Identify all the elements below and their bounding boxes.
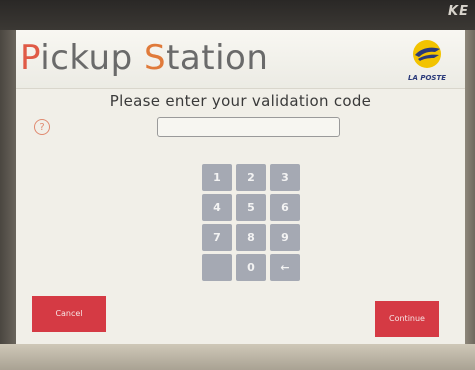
kiosk-right-bezel <box>465 30 475 370</box>
continue-button[interactable]: Continue <box>375 301 439 337</box>
numeric-keypad: 1 2 3 4 5 6 7 8 9 0 ← <box>202 164 300 282</box>
key-1[interactable]: 1 <box>202 164 232 191</box>
title-initial-p: P <box>20 38 41 78</box>
la-poste-logo: LA POSTE <box>397 38 457 82</box>
key-5[interactable]: 5 <box>236 194 266 221</box>
key-0[interactable]: 0 <box>236 254 266 281</box>
kiosk-bottom-bezel <box>0 344 475 370</box>
validation-code-input[interactable] <box>157 117 340 137</box>
key-7[interactable]: 7 <box>202 224 232 251</box>
backspace-arrow-icon[interactable]: ← <box>270 254 300 281</box>
key-blank <box>202 254 232 281</box>
key-2[interactable]: 2 <box>236 164 266 191</box>
page-title: Pickup Station <box>20 38 268 78</box>
logo-text: LA POSTE <box>408 74 446 82</box>
kiosk-top-bezel: KE <box>0 0 475 30</box>
kiosk-screen: Pickup Station LA POSTE Please enter you… <box>16 30 465 344</box>
help-icon[interactable]: ? <box>34 119 50 135</box>
key-8[interactable]: 8 <box>236 224 266 251</box>
cancel-button[interactable]: Cancel <box>32 296 106 332</box>
key-4[interactable]: 4 <box>202 194 232 221</box>
key-3[interactable]: 3 <box>270 164 300 191</box>
title-word-pickup-rest: ickup <box>40 38 144 78</box>
key-6[interactable]: 6 <box>270 194 300 221</box>
title-word-station-rest: tation <box>166 38 269 78</box>
key-9[interactable]: 9 <box>270 224 300 251</box>
la-poste-bird-logo-icon <box>413 40 441 68</box>
kiosk-left-bezel <box>0 30 16 370</box>
header-bar: Pickup Station LA POSTE <box>16 30 465 89</box>
title-initial-s: S <box>144 38 167 78</box>
instruction-text: Please enter your validation code <box>109 92 372 110</box>
kiosk-brand-tag: KE <box>448 4 469 19</box>
